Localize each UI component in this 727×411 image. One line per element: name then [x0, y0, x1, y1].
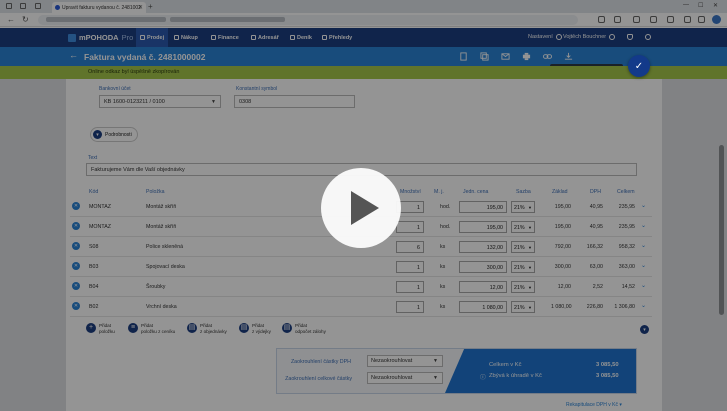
checkmark-icon: ✓ [634, 60, 644, 72]
play-button[interactable] [321, 168, 401, 248]
save-button[interactable]: ✓ [628, 55, 650, 77]
play-icon [350, 191, 379, 225]
